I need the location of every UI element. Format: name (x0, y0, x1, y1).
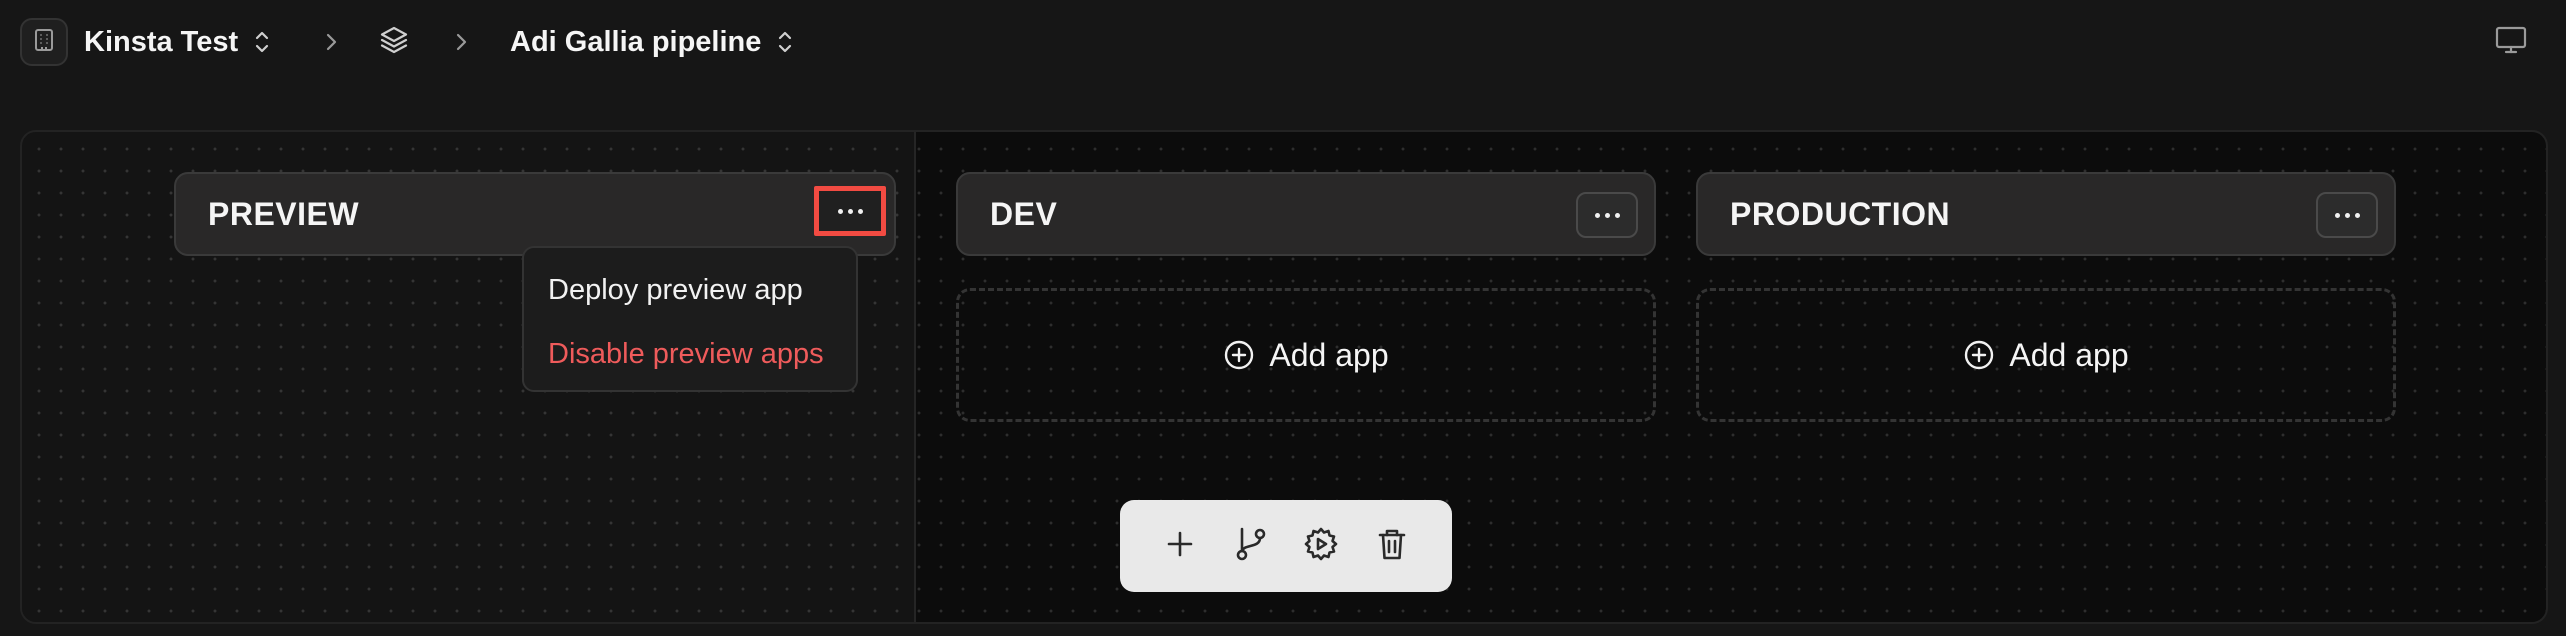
dev-add-app-button[interactable]: Add app (956, 288, 1656, 422)
dev-more-button[interactable] (1576, 192, 1638, 238)
add-stage-button[interactable] (1152, 518, 1208, 574)
stage-title: PRODUCTION (1730, 195, 1951, 232)
settings-button[interactable] (1293, 518, 1349, 574)
preview-more-button[interactable] (814, 186, 886, 236)
deploy-preview-app-item[interactable]: Deploy preview app (524, 258, 856, 322)
branch-button[interactable] (1223, 518, 1279, 574)
disable-preview-apps-item[interactable]: Disable preview apps (524, 322, 856, 386)
git-branch-icon (1234, 526, 1268, 567)
display-toggle-button[interactable] (2490, 22, 2532, 62)
more-icon (837, 208, 843, 214)
chevron-updown-icon (254, 29, 270, 55)
pipelines-button[interactable] (376, 24, 412, 60)
more-icon (1594, 212, 1600, 218)
plus-icon (1165, 529, 1195, 564)
building-icon (33, 28, 55, 57)
chevron-updown-icon (777, 29, 793, 55)
company-name: Kinsta Test (84, 25, 239, 58)
delete-button[interactable] (1364, 518, 1420, 574)
stage-title: PREVIEW (208, 195, 360, 232)
preview-dropdown-menu: Deploy preview app Disable preview apps (522, 246, 858, 392)
settings-gear-icon (1303, 526, 1339, 567)
production-add-app-button[interactable]: Add app (1696, 288, 2396, 422)
more-icon (2334, 212, 2340, 218)
stage-title: DEV (990, 195, 1058, 232)
pipeline-breadcrumb[interactable]: Adi Gallia pipeline (510, 22, 793, 62)
add-app-label: Add app (2009, 336, 2129, 373)
top-bar: Kinsta Test Adi Gallia pipeline (0, 0, 2566, 84)
canvas-toolbar (1120, 500, 1452, 592)
add-app-label: Add app (1269, 336, 1389, 373)
production-more-button[interactable] (2316, 192, 2378, 238)
stage-preview: PREVIEW (174, 172, 896, 256)
stage-production: PRODUCTION (1696, 172, 2396, 256)
company-breadcrumb[interactable]: Kinsta Test (84, 22, 270, 62)
company-switcher-button[interactable] (20, 18, 68, 66)
chevron-right-icon (446, 27, 476, 57)
trash-icon (1377, 527, 1407, 566)
chevron-right-icon (316, 27, 346, 57)
monitor-icon (2495, 25, 2527, 60)
layers-icon (379, 25, 409, 60)
stage-dev: DEV (956, 172, 1656, 256)
pipeline-canvas: PREVIEW Deploy preview app Disable previ… (20, 130, 2548, 624)
plus-circle-icon (1963, 339, 1995, 371)
plus-circle-icon (1223, 339, 1255, 371)
pipeline-name: Adi Gallia pipeline (510, 25, 762, 58)
